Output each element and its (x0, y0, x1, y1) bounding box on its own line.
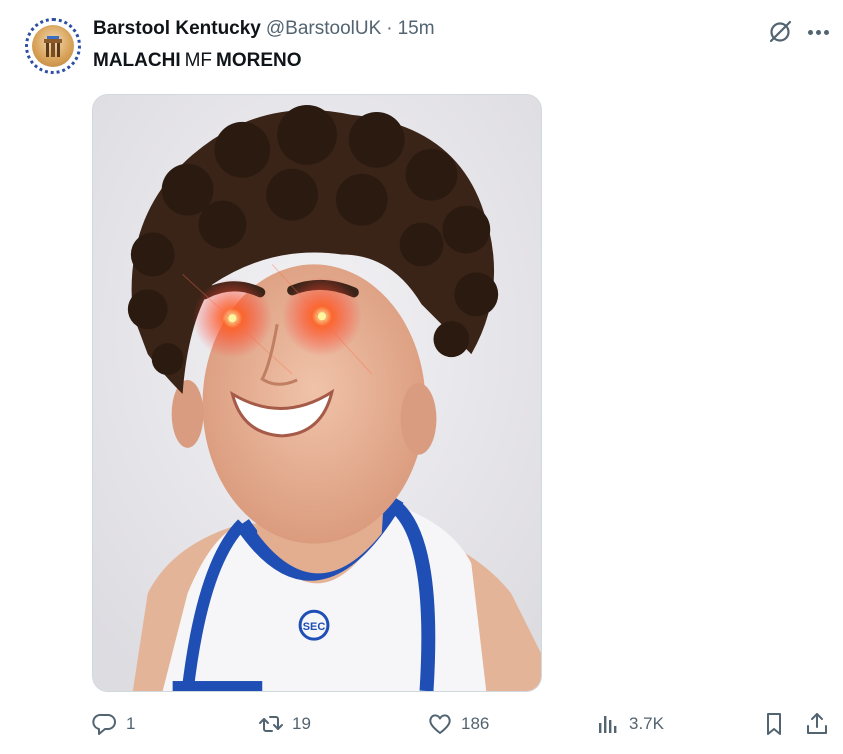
views-icon (599, 716, 617, 733)
more-icon[interactable] (804, 20, 832, 44)
reply-button[interactable]: 1 (92, 706, 135, 742)
retweet-icon (259, 716, 283, 732)
like-count: 186 (461, 714, 490, 733)
retweet-count: 19 (292, 714, 311, 733)
reply-count: 1 (126, 714, 136, 733)
grok-icon[interactable] (766, 18, 794, 46)
views-count: 3.7K (629, 714, 664, 733)
author-display-name[interactable]: Barstool Kentucky (93, 18, 261, 40)
jersey-badge: SEC (303, 621, 326, 633)
reply-icon (92, 713, 116, 735)
separator-dot: · (386, 18, 393, 39)
tweet-header: Barstool Kentucky @BarstoolUK · 15m (93, 18, 435, 44)
tweet-card[interactable]: Barstool Kentucky @BarstoolUK · 15m MALA… (0, 0, 843, 754)
like-icon (429, 714, 451, 734)
bookmark-button[interactable] (761, 706, 787, 742)
share-icon (807, 713, 827, 734)
author-handle[interactable]: @BarstoolUK (266, 18, 381, 40)
share-button[interactable] (804, 706, 830, 742)
tweet-media-photo[interactable]: SEC (92, 94, 542, 692)
author-avatar[interactable] (25, 18, 81, 74)
tweet-text-part: MF (184, 50, 213, 71)
like-button[interactable]: 186 (427, 706, 489, 742)
bookmark-icon (767, 713, 781, 735)
views-button[interactable]: 3.7K (595, 706, 664, 742)
barstool-kentucky-logo-icon (32, 25, 74, 67)
tweet-timestamp[interactable]: 15m (398, 18, 435, 40)
tweet-text-part: MALACHI (93, 50, 181, 71)
tweet-text: MALACHI MF MORENO (93, 49, 302, 73)
tweet-actions-bar: 1 19 186 3.7K (0, 706, 843, 742)
retweet-button[interactable]: 19 (258, 706, 311, 742)
tweet-text-part: MORENO (216, 50, 302, 71)
